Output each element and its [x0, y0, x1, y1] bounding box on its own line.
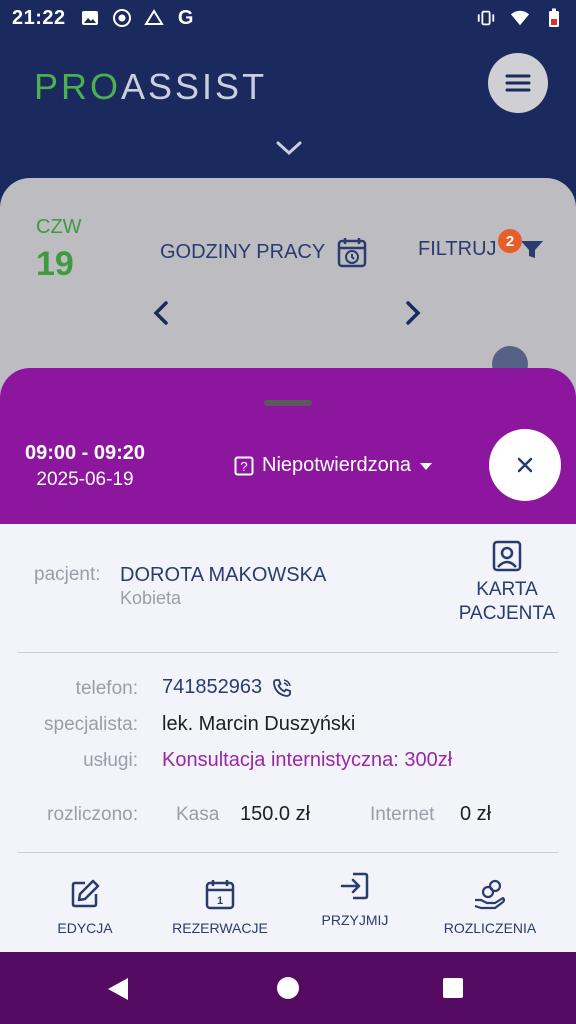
chevron-right-icon [406, 301, 421, 325]
appointment-time: 09:00 - 09:20 2025-06-19 [22, 442, 148, 491]
edit-label: EDYCJA [57, 920, 113, 936]
cash-value: 150.0 zł [240, 803, 311, 825]
wifi-icon [510, 8, 530, 28]
chrome-icon [112, 8, 132, 28]
status-label: Niepotwierdzona [262, 454, 411, 476]
phone-label: telefon: [75, 678, 138, 699]
services-label: usługi: [83, 750, 138, 771]
caret-down-icon [419, 462, 432, 470]
filter-count-badge: 2 [498, 229, 522, 253]
admit-label: PRZYJMIJ [321, 912, 389, 928]
phone-value: 741852963 [162, 676, 263, 698]
status-dropdown[interactable]: ? Niepotwierdzona [234, 454, 433, 477]
image-icon [80, 8, 100, 28]
battery-icon [544, 8, 564, 28]
admit-button[interactable]: PRZYJMIJ [290, 868, 420, 928]
patient-sex: Kobieta [120, 588, 182, 608]
settled-label: rozliczono: [47, 804, 138, 825]
close-icon [517, 457, 533, 473]
notification-icons: G [80, 6, 196, 29]
previous-day-button[interactable] [152, 300, 170, 331]
patient-card-icon [492, 540, 522, 572]
internet-value: 0 zł [460, 803, 492, 825]
home-circle-icon [277, 977, 299, 999]
patient-card-label-2: PACJENTA [458, 603, 556, 624]
vibrate-icon [476, 8, 496, 28]
appointment-sheet: 09:00 - 09:20 2025-06-19 ? Niepotwierdzo… [0, 368, 576, 952]
expand-chevron-button[interactable] [276, 140, 302, 161]
hamburger-icon [505, 74, 531, 92]
reservations-label: REZERWACJE [172, 920, 268, 936]
app-header: PROASSIST [0, 36, 576, 186]
drag-handle[interactable] [264, 400, 312, 406]
patient-label: pacjent: [34, 564, 101, 585]
reservations-button[interactable]: 1 REZERWACJE [155, 876, 285, 936]
patient-card-button[interactable]: KARTA PACJENTA [452, 540, 562, 626]
edit-icon [71, 879, 100, 908]
next-day-button[interactable] [404, 300, 422, 331]
system-nav-bar [0, 952, 576, 1024]
chevron-left-icon [153, 301, 168, 325]
time-range: 09:00 - 09:20 [24, 442, 146, 464]
appointment-date: 2025-06-19 [36, 469, 134, 490]
filter-button[interactable]: FILTRUJ [418, 236, 545, 262]
phone-row[interactable]: 741852963 [162, 676, 292, 699]
calendar-icon: 1 [205, 880, 235, 910]
day-indicator[interactable]: CZW 19 [36, 216, 82, 284]
working-hours-button[interactable]: GODZINY PRACY [160, 236, 367, 268]
chevron-down-icon [276, 141, 302, 156]
specialist-value: lek. Marcin Duszyński [162, 713, 356, 735]
back-triangle-icon [108, 978, 128, 1000]
cash-label: Kasa [176, 804, 220, 825]
divider [18, 652, 558, 653]
filter-icon [520, 241, 543, 258]
recents-square-icon [443, 978, 463, 998]
appointment-sheet-header: 09:00 - 09:20 2025-06-19 ? Niepotwierdzo… [0, 368, 576, 524]
day-number: 19 [36, 245, 74, 283]
patient-name: DOROTA MAKOWSKA [120, 564, 327, 586]
question-icon: ? [234, 456, 254, 475]
status-time: 21:22 [12, 6, 66, 29]
internet-label: Internet [370, 804, 435, 825]
drive-icon [143, 8, 164, 28]
settlements-button[interactable]: ROZLICZENIA [425, 876, 555, 936]
google-icon: G [177, 6, 194, 29]
divider [18, 852, 558, 853]
app-logo: PROASSIST [34, 66, 268, 107]
patient-card-label-1: KARTA [476, 579, 538, 600]
recents-button[interactable] [442, 977, 464, 1004]
svg-text:1: 1 [217, 895, 223, 907]
sign-in-icon [340, 872, 369, 900]
home-button[interactable] [276, 976, 300, 1005]
phone-call-icon [273, 678, 292, 697]
settlements-label: ROZLICZENIA [443, 920, 537, 936]
action-bar: EDYCJA 1 REZERWACJE PRZYJMIJ ROZLICZENIA [0, 868, 576, 952]
coins-hand-icon [474, 879, 506, 910]
close-button[interactable] [489, 429, 561, 501]
status-bar: 21:22 G [0, 0, 576, 36]
back-button[interactable] [106, 976, 130, 1007]
edit-button[interactable]: EDYCJA [20, 876, 150, 936]
svg-text:?: ? [240, 459, 247, 474]
day-name: CZW [36, 216, 82, 238]
specialist-label: specjalista: [44, 714, 138, 735]
menu-button[interactable] [488, 53, 548, 113]
working-hours-label: GODZINY PRACY [160, 240, 326, 263]
services-value: Konsultacja internistyczna: 300zł [162, 749, 453, 771]
calendar-clock-icon [337, 238, 367, 268]
filter-label: FILTRUJ [418, 237, 497, 260]
